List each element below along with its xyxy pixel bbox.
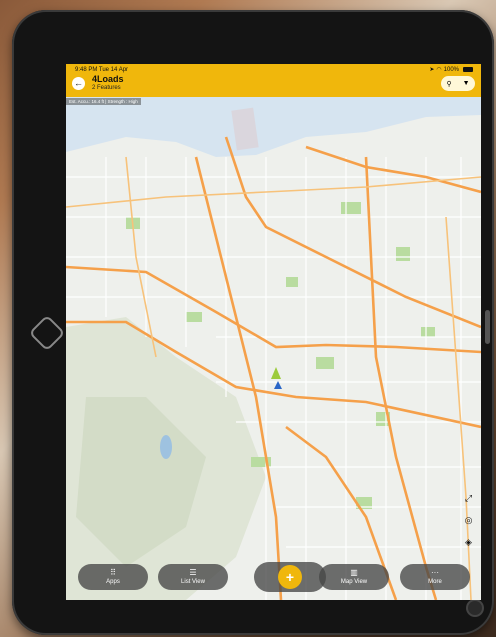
layers-icon[interactable]: ◈: [462, 536, 475, 549]
wifi-icon: ◠: [436, 67, 442, 73]
add-button[interactable]: +: [278, 565, 302, 589]
tablet-frame: Est. Accu.: 16.4 ft | Strength : High 9:…: [12, 10, 494, 635]
nav-apps-label: Apps: [106, 579, 120, 585]
camera-icon: [468, 601, 482, 615]
nav-apps-button[interactable]: ⠿ Apps: [78, 564, 148, 590]
home-button[interactable]: [28, 314, 66, 352]
battery-percent: 100%: [443, 66, 459, 73]
status-time: 9:48 PM Tue 14 Apr: [75, 67, 129, 73]
grid-icon: ⠿: [110, 568, 116, 577]
side-handle: [485, 310, 490, 344]
status-indicators: ➤ ◠ 100%: [429, 66, 473, 73]
gps-accuracy-text: Est. Accu.: 16.4 ft | Strength : High: [66, 98, 141, 105]
locate-icon[interactable]: ◎: [462, 514, 475, 527]
fullscreen-icon[interactable]: ⤢: [462, 492, 475, 505]
back-arrow-icon[interactable]: ←: [72, 77, 85, 90]
map-view[interactable]: [66, 97, 481, 600]
page-title: 4Loads: [92, 74, 124, 84]
location-arrow-icon: ➤: [429, 67, 435, 73]
nav-map-view-button[interactable]: ▥ Map View: [319, 564, 389, 590]
nav-list-view-button[interactable]: ☰ List View: [158, 564, 228, 590]
header-actions: ⚲ ▼: [441, 76, 475, 91]
app-screen: Est. Accu.: 16.4 ft | Strength : High 9:…: [66, 64, 481, 600]
app-header: 9:48 PM Tue 14 Apr ➤ ◠ 100% ← 4Loads 2 F…: [66, 64, 481, 97]
nav-map-label: Map View: [340, 579, 368, 585]
more-icon: ···: [431, 568, 439, 577]
bottom-nav: ⠿ Apps ☰ List View + ▥ Map View ··· More: [66, 562, 481, 592]
map-icon: ▥: [350, 568, 358, 577]
list-icon: ☰: [189, 568, 197, 577]
page-subtitle: 2 Features: [92, 85, 121, 91]
nav-more-label: More: [428, 579, 442, 585]
nav-list-label: List View: [181, 579, 205, 585]
battery-icon: [463, 67, 473, 72]
add-button-container: +: [254, 562, 326, 592]
search-icon[interactable]: ⚲: [446, 80, 451, 88]
nav-more-button[interactable]: ··· More: [400, 564, 470, 590]
filter-icon[interactable]: ▼: [463, 80, 470, 87]
